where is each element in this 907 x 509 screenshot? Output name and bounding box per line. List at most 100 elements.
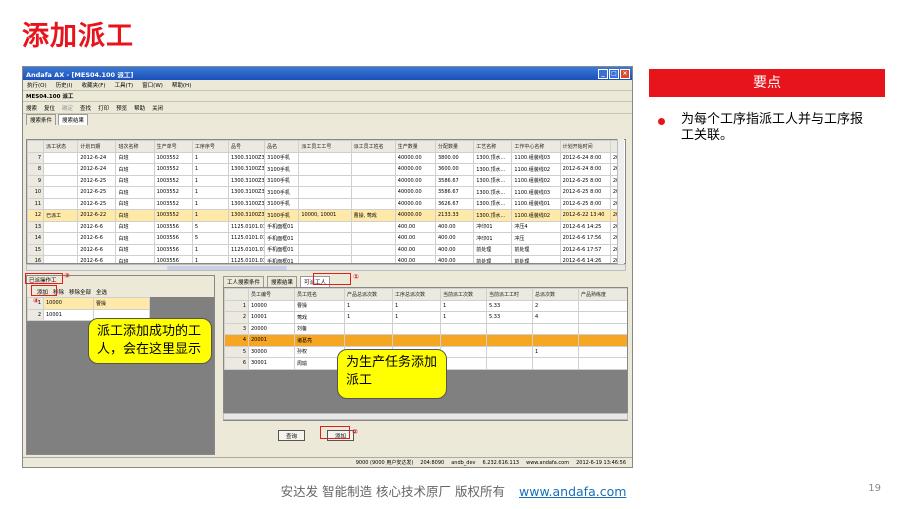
table-row[interactable]: 15 2012-6-6 白班 1003556 1 1125.0101.01 手机面框01 40… [27,243,620,256]
table-cell: 手机面框01 [264,232,300,245]
table-cell: 1 [191,209,229,222]
menu-execute[interactable]: 执行(O) [27,81,47,89]
menu-window[interactable]: 窗口(W) [142,81,163,89]
tab-search-results[interactable]: 搜索结果 [58,114,89,125]
table-cell [298,232,352,245]
table-cell: 40000.00 [394,186,437,199]
table-cell: 2012-6-25 8:00 [559,186,611,199]
query-button[interactable]: 查询 [278,430,306,441]
table-cell: 1300.3100Z3A [227,163,266,176]
row-number: 9 [27,174,45,187]
table-cell [298,197,352,210]
table-row[interactable]: 12 已派工 2012-6-22 白班 1003552 1 1300.3100Z3A 3100… [27,209,620,222]
table-cell: 1300.3100Z3A [227,197,266,210]
table-cell: 白班 [115,151,155,164]
annotation-marker-2: ② [352,428,358,436]
table-cell [532,357,579,370]
table-cell [344,322,393,335]
table-row[interactable]: 8 2012-6-24 白班 1003552 1 1300.3100Z3A 3100手机 40… [27,163,620,176]
table-cell [344,334,393,347]
table-row[interactable]: 1 10000 曹操 1 1 1 5.33 2 [224,299,627,312]
vertical-scrollbar[interactable] [617,139,624,264]
table-cell [298,151,352,164]
table-cell: 400.00 [434,243,475,256]
table-row[interactable]: 14 2012-6-6 白班 1003556 5 1125.0101.01 手机面框01 40… [27,232,620,245]
footer-link[interactable]: www.andafa.com [519,484,626,499]
table-row[interactable]: 13 2012-6-6 白班 1003556 5 1125.0101.01 手机面框01 40… [27,220,620,233]
maximize-button[interactable]: □ [609,68,619,79]
table-cell [440,345,487,358]
find-button[interactable]: 查找 [80,104,91,112]
table-cell: 白班 [115,255,155,263]
horizontal-scrollbar[interactable] [26,264,626,271]
table-cell: 1 [392,311,441,324]
table-row[interactable]: 10 2012-6-25 白班 1003552 1 1300.3100Z3A 3100手机 4… [27,186,620,199]
table-cell [532,334,579,347]
table-cell: 1 [191,197,229,210]
menu-favorites[interactable]: 收藏夹(F) [82,81,106,89]
tab-worker-criteria[interactable]: 工人搜索条件 [223,276,265,287]
table-cell: 3100手机 [264,163,300,176]
table-row[interactable]: 7 2012-6-24 白班 1003552 1 1300.3100Z3A 3100手机 40… [27,151,620,164]
annotation-box-2 [320,426,350,439]
menu-tools[interactable]: 工具(T) [115,81,134,89]
table-cell: 2012-6-6 14:26 [559,255,611,263]
table-row[interactable]: 1 10000 曹操 [27,297,150,310]
table-cell: 手机面框01 [264,255,300,263]
table-cell: 1 [191,255,229,263]
confirm-button[interactable]: 确定 [62,104,73,112]
menu-bar: 执行(O) 历史(I) 收藏夹(F) 工具(T) 窗口(W) 帮助(H) [23,80,632,91]
table-cell: 1 [344,299,393,312]
table-row[interactable]: 4 20001 诸葛亮 [224,334,627,347]
select-all-button[interactable]: 全选 [96,288,107,296]
print-button[interactable]: 打印 [98,104,109,112]
reset-button[interactable]: 复位 [44,104,55,112]
status-bar: 9000 (9000 用户安达发) 204:8090 andb_dev 6.23… [23,457,632,467]
column-header [224,288,249,301]
table-cell [43,174,79,187]
table-row[interactable]: 11 2012-6-25 白班 1003552 1 1300.3100Z3A 3100手机 4… [27,197,620,210]
search-button[interactable]: 搜索 [26,104,37,112]
table-cell: 1 [191,163,229,176]
status-db: andb_dev [451,459,476,466]
menu-history[interactable]: 历史(I) [56,81,73,89]
table-row[interactable]: 3 20000 刘备 [224,322,627,335]
table-cell: 手机面框01 [264,243,300,256]
close-button[interactable]: 关闭 [152,104,163,112]
table-cell: 诸葛亮 [294,334,345,347]
table-cell: 400.00 [434,220,475,233]
table-row[interactable]: 16 2012-6-6 白班 1003556 1 1125.0101.01 手机面框01 40… [27,255,620,263]
table-cell [43,243,79,256]
workers-horizontal-scrollbar[interactable] [223,413,628,420]
table-cell: 1003552 [153,209,193,222]
table-cell [298,174,352,187]
close-window-button[interactable]: × [620,68,630,79]
table-cell: 冲压4 [511,220,561,233]
preview-button[interactable]: 预览 [116,104,127,112]
column-header: 计划日期 [77,140,117,153]
table-cell: 2012-6-6 [77,255,117,263]
row-number: 16 [27,255,45,263]
column-header: 工序序号 [191,140,229,153]
table-cell: 1300.3100Z3A [227,151,266,164]
slide-title: 添加派工 [22,21,134,52]
annotation-box-1 [313,273,351,285]
remove-all-button[interactable]: 移除全部 [69,288,91,296]
tab-worker-results[interactable]: 搜索结果 [267,276,298,287]
status-web: www.andafa.com [526,459,570,466]
menu-help[interactable]: 帮助(H) [172,81,191,89]
tab-search-criteria[interactable]: 搜索条件 [26,114,57,125]
column-header: 生产数量 [394,140,437,153]
column-header: 品名 [264,140,300,153]
column-header: 当前派工次数 [440,288,487,301]
document-tab[interactable]: MES04.100 派工 [23,91,632,102]
table-row[interactable]: 9 2012-6-25 白班 1003552 1 1300.3100Z3A 3100手机 40… [27,174,620,187]
column-header: 品号 [227,140,266,153]
minimize-button[interactable]: _ [598,68,608,79]
table-row[interactable]: 2 10001 莺戏 1 1 1 5.33 4 [224,311,627,324]
table-cell [486,345,533,358]
help-button[interactable]: 帮助 [134,104,145,112]
table-cell: 白班 [115,243,155,256]
table-cell: 白班 [115,174,155,187]
table-cell: 2012-6-6 17:56 [559,232,611,245]
